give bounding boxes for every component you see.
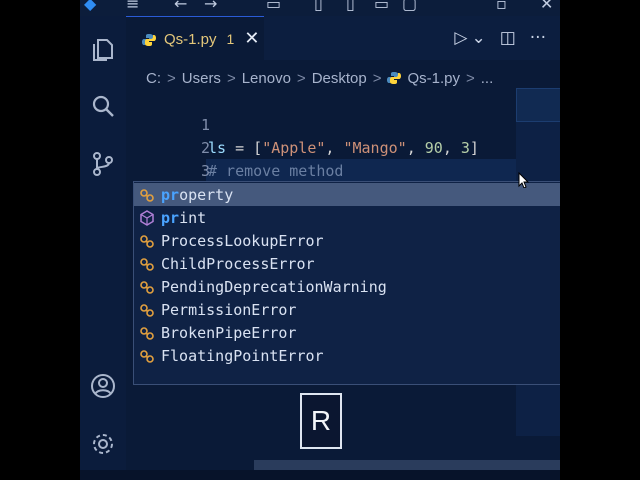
menu-icon[interactable]: ≡	[126, 0, 139, 12]
class-icon	[139, 325, 155, 341]
minimize-icon[interactable]: ▫	[496, 0, 507, 12]
breadcrumb-item[interactable]: ...	[481, 70, 494, 87]
class-icon	[139, 348, 155, 364]
search-icon[interactable]	[80, 86, 126, 126]
source-control-icon[interactable]	[80, 144, 126, 184]
class-icon	[139, 302, 155, 318]
class-icon	[139, 187, 155, 203]
class-icon	[139, 256, 155, 272]
more-actions-icon[interactable]: ···	[530, 28, 546, 48]
suggestion-item[interactable]: PendingDeprecationWarning	[134, 275, 560, 298]
class-icon	[139, 233, 155, 249]
suggestion-item[interactable]: ChildProcessError	[134, 252, 560, 275]
title-bar: ◆ ≡ ← → ▭ ▯ ▯ ▭ ▢ ▫ ✕	[80, 0, 560, 16]
close-window-icon[interactable]: ✕	[540, 0, 553, 12]
breadcrumb-separator: >	[167, 69, 176, 87]
breadcrumb-item[interactable]: Desktop	[312, 70, 367, 87]
run-dropdown-icon[interactable]: ⌄	[471, 28, 485, 48]
breadcrumb-item[interactable]: Qs-1.py	[407, 70, 460, 87]
suggestion-label: property	[161, 185, 234, 204]
r-overlay-box: R	[300, 393, 342, 449]
python-file-icon	[387, 71, 402, 85]
class-icon	[139, 279, 155, 295]
status-bar	[80, 470, 560, 480]
split-editor-icon[interactable]: ◫	[500, 28, 516, 48]
suggestion-label: ProcessLookupError	[161, 231, 324, 250]
explorer-icon[interactable]	[80, 30, 126, 70]
suggestion-label: BrokenPipeError	[161, 323, 297, 342]
suggestion-label: PendingDeprecationWarning	[161, 277, 387, 296]
settings-gear-icon[interactable]	[80, 424, 126, 464]
layout-icon[interactable]: ▯	[314, 0, 323, 12]
suggestion-widget: property print ProcessLookupError ChildP…	[133, 181, 560, 385]
breadcrumb-item[interactable]: Lenovo	[242, 70, 291, 87]
code-line: 1 ls = ["Apple", "Mango", 90, 3]	[126, 91, 560, 157]
suggestion-item[interactable]: BrokenPipeError	[134, 321, 560, 344]
code-line: 4 pr	[126, 160, 560, 226]
suggestion-label: ChildProcessError	[161, 254, 315, 273]
function-icon	[139, 209, 155, 226]
forward-arrow-icon[interactable]: →	[204, 0, 217, 12]
suggestion-item[interactable]: ProcessLookupError	[134, 229, 560, 252]
toggle-sidebar-icon[interactable]: ▯	[346, 0, 355, 12]
suggestion-label: print	[161, 208, 207, 227]
suggestion-label: FloatingPointError	[161, 346, 324, 365]
suggestion-item[interactable]: PermissionError	[134, 298, 560, 321]
suggestion-label: PermissionError	[161, 300, 297, 319]
close-tab-icon[interactable]: ✕	[244, 30, 259, 48]
breadcrumb-item[interactable]: C:	[146, 70, 161, 87]
breadcrumb-separator: >	[466, 69, 475, 87]
run-icon[interactable]: ▷	[454, 28, 467, 48]
vscode-logo-icon: ◆	[84, 0, 97, 13]
activity-bar	[80, 16, 126, 480]
customize-layout-icon[interactable]: ▢	[402, 0, 417, 12]
toggle-panel-icon[interactable]: ▭	[374, 0, 389, 12]
breadcrumb-item[interactable]: Users	[182, 70, 221, 87]
tab-filename: Qs-1.py	[164, 30, 217, 48]
tab-qs-1-py[interactable]: Qs-1.py 1 ✕	[126, 16, 264, 61]
editor-area: Qs-1.py 1 ✕ ▷ ⌄ ◫ ··· C: > Users > Lenov…	[126, 16, 560, 480]
account-icon[interactable]	[80, 366, 126, 406]
problem-count-badge: 1	[226, 31, 235, 47]
suggestion-item-property[interactable]: property	[134, 183, 560, 206]
breadcrumb-separator: >	[296, 69, 306, 87]
breadcrumb-separator: >	[226, 69, 236, 87]
suggestion-item[interactable]: FloatingPointError	[134, 344, 560, 367]
suggestion-item-print[interactable]: print	[134, 206, 560, 229]
breadcrumb-separator: >	[372, 69, 382, 87]
editor-actions: ▷ ⌄ ◫ ···	[454, 16, 560, 60]
tab-bar: Qs-1.py 1 ✕ ▷ ⌄ ◫ ···	[126, 16, 560, 61]
back-arrow-icon[interactable]: ←	[174, 0, 187, 12]
code-line: 2 # remove method	[126, 114, 560, 180]
python-file-icon	[142, 32, 156, 46]
vscode-window: ◆ ≡ ← → ▭ ▯ ▯ ▭ ▢ ▫ ✕ Qs-1.py 1 ✕ ▷ ⌄ ◫ …	[80, 0, 560, 480]
chat-icon[interactable]: ▭	[266, 0, 281, 12]
code-line: 3 ls.remove(90)	[126, 137, 560, 203]
mouse-pointer-icon	[518, 172, 530, 188]
